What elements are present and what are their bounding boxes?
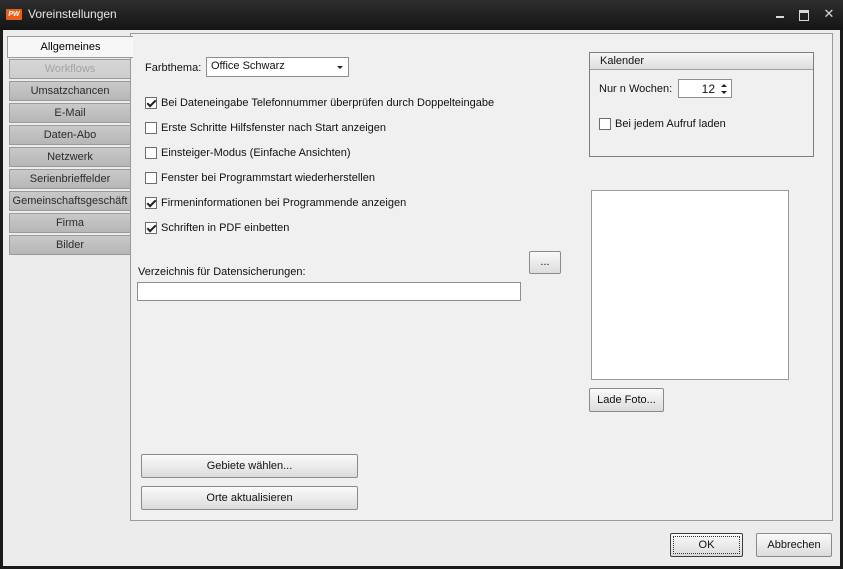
update-places-button[interactable]: Orte aktualisieren xyxy=(141,486,358,510)
backup-dir-label: Verzeichnis für Datensicherungen: xyxy=(138,266,306,278)
weeks-label: Nur n Wochen: xyxy=(599,83,673,95)
photo-preview xyxy=(591,190,789,380)
checkbox-label: Bei jedem Aufruf laden xyxy=(615,118,726,130)
general-settings-panel: Farbthema: Office Schwarz Bei Dateneinga… xyxy=(130,33,833,521)
window-title: Voreinstellungen xyxy=(28,7,117,21)
checkbox-label: Erste Schritte Hilfsfenster nach Start a… xyxy=(161,122,386,134)
browse-button[interactable]: ... xyxy=(529,251,561,274)
chevron-down-icon xyxy=(337,66,343,69)
close-icon[interactable]: ✕ xyxy=(821,6,837,22)
tab-workflows: Workflows xyxy=(9,59,131,79)
select-areas-button[interactable]: Gebiete wählen... xyxy=(141,454,358,478)
checkbox-label: Firmeninformationen bei Programmende anz… xyxy=(161,197,407,209)
tab-bilder[interactable]: Bilder xyxy=(9,235,131,255)
checkbox-first-steps[interactable]: Erste Schritte Hilfsfenster nach Start a… xyxy=(145,120,386,136)
checkbox-box[interactable] xyxy=(145,97,157,109)
color-theme-select[interactable]: Office Schwarz xyxy=(206,57,349,77)
checkbox-label: Schriften in PDF einbetten xyxy=(161,222,290,234)
checkbox-box[interactable] xyxy=(145,172,157,184)
title-bar[interactable]: PW Voreinstellungen ✕ xyxy=(0,0,843,30)
tab-email[interactable]: E-Mail xyxy=(9,103,131,123)
checkbox-beginner-mode[interactable]: Einsteiger-Modus (Einfache Ansichten) xyxy=(145,145,351,161)
checkbox-box[interactable] xyxy=(145,147,157,159)
color-theme-value: Office Schwarz xyxy=(211,60,285,72)
calendar-group: Kalender Nur n Wochen: 12 Bei jedem Aufr… xyxy=(589,52,814,157)
tab-allgemeines[interactable]: Allgemeines xyxy=(7,36,133,58)
weeks-stepper[interactable]: 12 xyxy=(678,79,732,98)
weeks-value: 12 xyxy=(701,82,715,96)
spin-up-icon[interactable] xyxy=(721,84,727,87)
checkbox-embed-fonts[interactable]: Schriften in PDF einbetten xyxy=(145,220,289,236)
checkbox-company-info[interactable]: Firmeninformationen bei Programmende anz… xyxy=(145,195,406,211)
tab-daten-abo[interactable]: Daten-Abo xyxy=(9,125,131,145)
color-theme-label: Farbthema: xyxy=(145,62,202,74)
checkbox-label: Bei Dateneingabe Telefonnummer überprüfe… xyxy=(161,97,495,109)
spin-down-icon[interactable] xyxy=(721,91,727,94)
checkbox-box[interactable] xyxy=(145,122,157,134)
backup-dir-input[interactable] xyxy=(137,282,521,301)
cancel-button[interactable]: Abbrechen xyxy=(756,533,832,557)
checkbox-box[interactable] xyxy=(599,118,611,130)
tab-serienbrieffelder[interactable]: Serienbrieffelder xyxy=(9,169,131,189)
calendar-group-title: Kalender xyxy=(590,53,813,70)
checkbox-box[interactable] xyxy=(145,222,157,234)
tab-netzwerk[interactable]: Netzwerk xyxy=(9,147,131,167)
dialog-client: Allgemeines Workflows Umsatzchancen E-Ma… xyxy=(3,30,840,566)
tab-gemeinschaftsgeschaeft[interactable]: Gemeinschaftsgeschäft xyxy=(9,191,131,211)
ok-button[interactable]: OK xyxy=(670,533,743,557)
checkbox-label: Einsteiger-Modus (Einfache Ansichten) xyxy=(161,147,351,159)
checkbox-label: Fenster bei Programmstart wiederherstell… xyxy=(161,172,375,184)
app-logo-icon: PW xyxy=(6,9,22,20)
checkbox-restore-window[interactable]: Fenster bei Programmstart wiederherstell… xyxy=(145,170,375,186)
maximize-icon[interactable] xyxy=(796,6,812,22)
checkbox-phone-double-entry[interactable]: Bei Dateneingabe Telefonnummer überprüfe… xyxy=(145,95,494,111)
tab-umsatzchancen[interactable]: Umsatzchancen xyxy=(9,81,131,101)
minimize-icon[interactable] xyxy=(772,6,788,22)
load-photo-button[interactable]: Lade Foto... xyxy=(589,388,664,412)
checkbox-reload-calendar[interactable]: Bei jedem Aufruf laden xyxy=(599,116,726,132)
checkbox-box[interactable] xyxy=(145,197,157,209)
tab-firma[interactable]: Firma xyxy=(9,213,131,233)
